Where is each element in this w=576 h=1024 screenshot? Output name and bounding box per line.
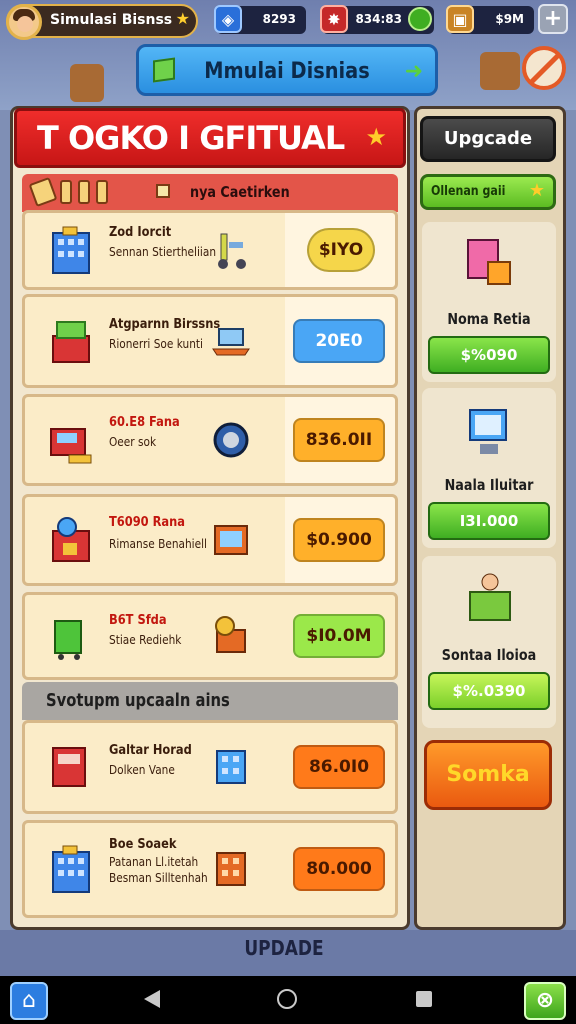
list-item[interactable]: T6090 Rana Rimanse Benahiell $0.900 — [22, 494, 398, 586]
office-building-icon — [52, 226, 90, 274]
side-card[interactable]: Naala Iluitar I3I.000 — [422, 388, 556, 548]
section-title: Svotupm upcaaln ains — [46, 690, 230, 711]
orange-action-button[interactable]: Somka — [424, 740, 552, 810]
bag-icon — [480, 52, 520, 90]
home-circle-icon[interactable] — [277, 989, 297, 1009]
item-desc: Rimanse Benahiell — [109, 537, 207, 551]
item-desc-2: Besman Silltenhah — [109, 871, 208, 885]
star-icon: ★ — [175, 9, 190, 28]
no-entry-icon[interactable] — [522, 46, 566, 90]
note-icon — [156, 184, 170, 198]
panel-title-bar: T OGKO I GFITUAL ★ — [14, 108, 406, 168]
delivery-box-icon — [469, 573, 511, 621]
list-item[interactable]: Zod Iorcit Sennan Stiertheliian $IYO — [22, 210, 398, 290]
crate-icon — [70, 64, 104, 102]
list-item[interactable]: Atgparnn Birssns Rionerri Soe kunti 20E0 — [22, 294, 398, 388]
list-item[interactable]: 60.E8 Fana Oeer sok 836.0II — [22, 394, 398, 486]
computer-icon — [469, 409, 507, 454]
star-icon: ★ — [365, 123, 387, 151]
currency-pill-3[interactable]: ▣ $9M — [446, 5, 534, 34]
add-currency-button[interactable]: + — [538, 4, 568, 34]
side-card-price-button[interactable]: $%.0390 — [428, 672, 550, 710]
side-card-price-button[interactable]: $%090 — [428, 336, 550, 374]
office-building-icon — [52, 845, 90, 893]
coin-icon — [408, 7, 432, 31]
panel-title: T OGKO I GFITUAL — [37, 119, 345, 157]
item-name: B6T Sfda — [109, 613, 167, 628]
cash-icon: ▣ — [446, 5, 474, 33]
blue-building-icon — [216, 750, 246, 784]
item-desc: Stiae Rediehk — [109, 633, 182, 647]
buy-price-button[interactable]: $I0.0M — [293, 614, 385, 658]
item-desc: Sennan Stiertheliian — [109, 245, 217, 259]
arrow-right-icon: ➜ — [404, 59, 423, 84]
shop-clock-icon — [215, 616, 246, 653]
item-name: T6090 Rana — [109, 515, 186, 530]
currency-1-value: 8293 — [262, 12, 296, 26]
list-item[interactable]: B6T Sfda Stiae Rediehk $I0.0M — [22, 592, 398, 680]
side-card-price-button[interactable]: I3I.000 — [428, 502, 550, 540]
buy-price-button[interactable]: $IYO — [307, 228, 375, 272]
profile-badge[interactable]: Simulasi Bisnss ★ — [6, 4, 198, 40]
header-title: Mmulai Disnias — [204, 59, 370, 84]
side-card[interactable]: Noma Retia $%090 — [422, 222, 556, 382]
item-name: Atgparnn Birssns — [109, 317, 221, 332]
profile-name: Simulasi Bisnss — [50, 12, 173, 28]
buy-price-button[interactable]: 86.0I0 — [293, 745, 385, 789]
laptop-icon — [212, 328, 250, 356]
avatar[interactable] — [6, 4, 42, 40]
header-banner[interactable]: Mmulai Disnias ➜ — [136, 44, 438, 96]
item-desc: Oeer sok — [109, 435, 157, 449]
back-icon[interactable] — [144, 990, 160, 1008]
item-name: Boe Soaek — [109, 837, 177, 852]
books-box-icon — [467, 239, 511, 285]
side-card[interactable]: Sontaa Iloioa $%.0390 — [422, 556, 556, 728]
currency-pill-2[interactable]: ✸ 834:83 — [320, 5, 434, 34]
side-card-name: Naala Iluitar — [444, 476, 534, 494]
dynamite-icon: ✸ — [320, 5, 348, 33]
tools-icon — [28, 176, 108, 208]
buy-price-button[interactable]: 836.0II — [293, 418, 385, 462]
item-name: 60.E8 Fana — [109, 415, 180, 430]
tool-cart-icon — [218, 233, 246, 269]
currency-3-value: $9M — [495, 12, 524, 26]
list-item[interactable]: Boe Soaek Patanan Ll.itetah Besman Sillt… — [22, 820, 398, 918]
buy-price-button[interactable]: $0.900 — [293, 518, 385, 562]
green-bonus-button[interactable]: Ollenan gaii ★ — [420, 174, 556, 210]
star-icon: ★ — [528, 180, 545, 201]
tire-icon — [213, 422, 249, 458]
recents-icon[interactable] — [416, 991, 432, 1007]
item-name: Galtar Horad — [109, 743, 192, 758]
item-desc: Rionerri Soe kunti — [109, 337, 203, 351]
orange-building-icon — [216, 852, 246, 886]
section-header: Svotupm upcaaln ains — [22, 682, 398, 720]
shop-stall-icon — [52, 321, 90, 363]
buy-price-button[interactable]: 20E0 — [293, 319, 385, 363]
item-desc: Dolken Vane — [109, 763, 175, 777]
monitor-icon — [214, 525, 248, 555]
buy-price-button[interactable]: 80.000 — [293, 847, 385, 891]
arcade-machine-icon — [52, 747, 86, 787]
subheader-label: nya Caetirken — [190, 183, 290, 201]
upgrade-button[interactable]: Upgcade — [420, 116, 556, 162]
currency-pill-1[interactable]: ◈ 8293 — [214, 5, 306, 34]
currency-2-value: 834:83 — [355, 12, 402, 26]
green-bonus-label: Ollenan gaii — [431, 184, 506, 199]
cash-register-icon — [50, 428, 92, 464]
gem-icon: ◈ — [214, 5, 242, 33]
home-icon[interactable]: ⌂ — [10, 982, 48, 1020]
item-desc: Patanan Ll.itetah — [109, 855, 199, 869]
green-search-icon[interactable]: ⊗ — [524, 982, 566, 1020]
side-card-name: Sontaa Iloioa — [441, 646, 537, 664]
storefront-icon — [52, 517, 90, 562]
list-item[interactable]: Galtar Horad Dolken Vane 86.0I0 — [22, 720, 398, 814]
side-card-name: Noma Retia — [447, 310, 531, 328]
trash-bin-icon — [54, 620, 82, 660]
item-name: Zod Iorcit — [109, 225, 172, 240]
subheader: nya Caetirken — [22, 174, 398, 212]
update-label[interactable]: UPDADE — [51, 936, 517, 960]
